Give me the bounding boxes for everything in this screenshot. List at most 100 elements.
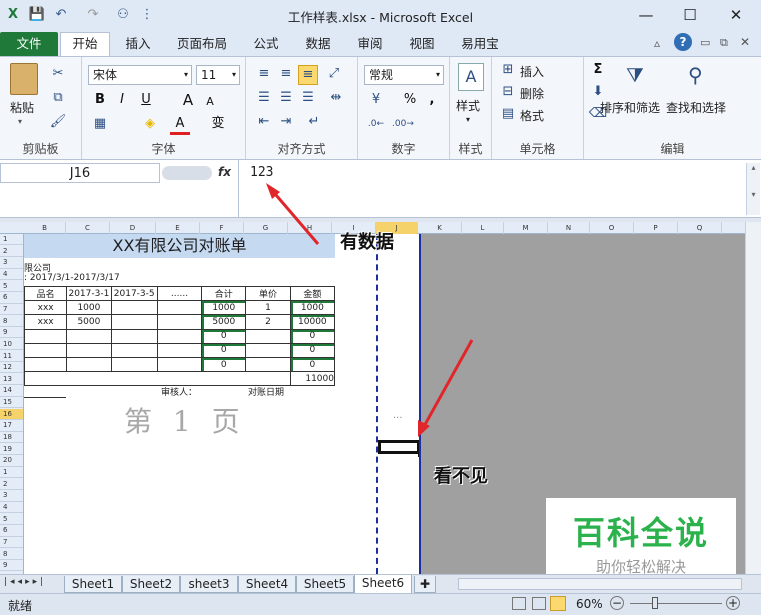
table-cell[interactable]: 0 — [201, 356, 247, 373]
header-cell[interactable]: 品名 — [23, 285, 68, 302]
sheet-tab[interactable]: Sheet1 — [64, 576, 122, 593]
column-header-o[interactable]: O — [590, 222, 634, 234]
italic-button[interactable]: I — [112, 91, 132, 111]
table-cell[interactable] — [156, 300, 203, 316]
border-icon[interactable]: ▦ — [90, 115, 110, 135]
name-box[interactable]: J16 — [0, 163, 160, 183]
vertical-scrollbar[interactable] — [745, 222, 761, 574]
insert-cells-button[interactable]: 插入 — [520, 63, 544, 80]
window-restore-icon[interactable]: ⧉ — [720, 36, 728, 50]
window-close-icon[interactable]: ✕ — [740, 35, 750, 49]
column-header-b[interactable]: B — [24, 222, 66, 234]
row-header[interactable]: 16 — [0, 408, 23, 421]
tab-insert[interactable]: 插入 — [116, 33, 160, 56]
tab-addin[interactable]: 易用宝 — [452, 33, 508, 56]
table-cell[interactable] — [66, 356, 112, 373]
zoom-in-button[interactable]: + — [726, 596, 740, 610]
bold-button[interactable]: B — [90, 91, 110, 111]
table-cell[interactable] — [156, 342, 203, 358]
sheet-tab[interactable]: Sheet5 — [296, 576, 354, 593]
column-header-e[interactable]: E — [156, 222, 200, 234]
help-icon[interactable]: ? — [674, 33, 692, 51]
zoom-slider-thumb[interactable] — [652, 597, 658, 609]
row-header[interactable]: 9 — [0, 560, 23, 572]
increase-decimal-icon[interactable]: .0← — [366, 115, 386, 135]
table-cell[interactable]: xxx — [23, 300, 68, 316]
table-cell[interactable] — [110, 342, 158, 358]
formula-expand-icon[interactable]: ▴ ▾ — [746, 163, 760, 215]
table-cell[interactable] — [156, 328, 203, 344]
row-header[interactable]: 7 — [0, 304, 23, 316]
row-header[interactable]: 5 — [0, 281, 23, 292]
table-cell[interactable]: 0 — [201, 342, 247, 358]
table-cell[interactable] — [110, 314, 158, 330]
maximize-button[interactable]: ☐ — [670, 2, 710, 28]
column-header-q[interactable]: Q — [678, 222, 722, 234]
table-cell[interactable] — [23, 342, 68, 358]
format-painter-icon[interactable]: 🖌 — [48, 113, 68, 133]
table-cell[interactable]: 0 — [289, 356, 336, 373]
column-header-l[interactable]: L — [462, 222, 504, 234]
ribbon-collapse-icon[interactable]: ▵ — [654, 36, 660, 50]
table-cell[interactable]: 1 — [245, 300, 291, 316]
page-break-view-icon[interactable] — [550, 596, 566, 611]
row-header[interactable]: 3 — [0, 490, 23, 502]
percent-button[interactable]: % — [400, 91, 420, 111]
wrap-text-icon[interactable]: ↵ — [304, 113, 324, 133]
row-header[interactable]: 6 — [0, 525, 23, 537]
table-cell[interactable] — [156, 314, 203, 330]
sort-filter-button[interactable]: 排序和筛选 — [600, 99, 660, 116]
row-header[interactable]: 1 — [0, 467, 23, 479]
number-format-select[interactable]: 常规 ▾ — [364, 65, 444, 85]
table-cell[interactable] — [245, 342, 291, 358]
table-cell[interactable]: 5000 — [66, 314, 112, 330]
date-label[interactable]: 对账日期 — [248, 385, 284, 398]
table-cell[interactable] — [66, 342, 112, 358]
table-cell[interactable] — [23, 328, 68, 344]
table-cell[interactable] — [245, 328, 291, 344]
statement-title[interactable]: XX有限公司对账单 — [24, 234, 335, 258]
paste-icon[interactable] — [10, 63, 38, 95]
decrease-indent-icon[interactable]: ⇤ — [254, 113, 274, 133]
formula-input[interactable]: 123 — [250, 165, 273, 180]
row-header[interactable]: 10 — [0, 339, 23, 351]
sheet-tab[interactable]: Sheet6 — [354, 575, 412, 594]
header-cell[interactable]: 合计 — [201, 285, 247, 302]
table-cell[interactable]: 0 — [201, 328, 247, 344]
cut-icon[interactable]: ✂ — [48, 65, 68, 85]
table-cell[interactable]: 1000 — [201, 300, 247, 316]
row-header[interactable]: 3 — [0, 257, 23, 269]
phonetic-button[interactable]: 变 — [208, 115, 228, 135]
table-cell[interactable] — [110, 328, 158, 344]
tab-page-layout[interactable]: 页面布局 — [170, 33, 234, 56]
font-name-select[interactable]: 宋体 ▾ — [88, 65, 192, 85]
horizontal-scrollbar[interactable] — [458, 578, 742, 590]
active-cell-j16[interactable] — [378, 440, 420, 454]
header-cell[interactable]: ...... — [156, 285, 203, 302]
column-header-d[interactable]: D — [110, 222, 156, 234]
row-header[interactable]: 4 — [0, 502, 23, 514]
column-header-f[interactable]: F — [200, 222, 244, 234]
sheet-tab[interactable]: Sheet2 — [122, 576, 180, 593]
table-cell[interactable]: 5000 — [201, 314, 247, 330]
row-header[interactable]: 2 — [0, 246, 23, 257]
fill-color-icon[interactable]: ◈ — [140, 115, 160, 135]
tab-home[interactable]: 开始 — [60, 32, 110, 56]
column-header-m[interactable]: M — [504, 222, 548, 234]
paste-dropdown-icon[interactable]: ▾ — [18, 117, 22, 126]
format-cells-icon[interactable]: ▤ — [498, 105, 518, 125]
align-center-icon[interactable]: ☰ — [276, 89, 296, 109]
row-header[interactable]: 5 — [0, 514, 23, 525]
row-header[interactable]: 11 — [0, 351, 23, 362]
row-header[interactable]: 15 — [0, 397, 23, 409]
delete-cells-button[interactable]: 删除 — [520, 85, 544, 102]
table-cell[interactable] — [156, 356, 203, 373]
align-left-icon[interactable]: ☰ — [254, 89, 274, 109]
table-cell[interactable]: 0 — [289, 328, 336, 344]
column-header-p[interactable]: P — [634, 222, 678, 234]
delete-cells-icon[interactable]: ⊟ — [498, 83, 518, 103]
row-header[interactable]: 2 — [0, 479, 23, 490]
window-minimize-icon[interactable]: ▭ — [700, 36, 710, 49]
table-cell[interactable] — [110, 300, 158, 316]
sheet-tab[interactable]: Sheet4 — [238, 576, 296, 593]
